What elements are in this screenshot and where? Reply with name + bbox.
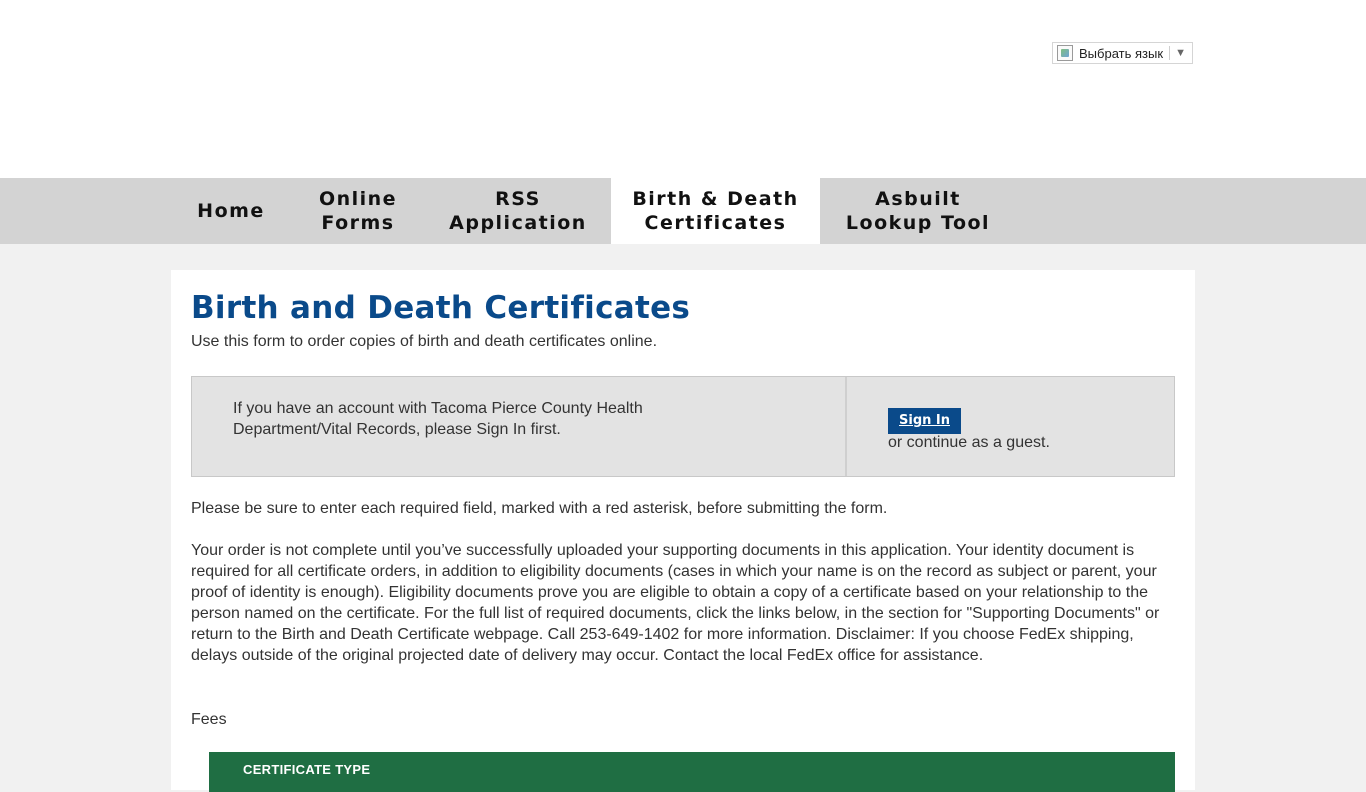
nav-item-label: Asbuilt Lookup Tool: [845, 188, 991, 234]
nav-item-online-forms[interactable]: Online Forms: [291, 178, 425, 244]
sign-in-button[interactable]: Sign In: [888, 408, 961, 434]
nav-item-label: RSS Application: [449, 188, 587, 234]
nav-item-birth-death-certificates[interactable]: Birth & Death Certificates: [611, 178, 820, 244]
translate-icon: [1057, 45, 1073, 61]
nav-item-asbuilt-lookup-tool[interactable]: Asbuilt Lookup Tool: [820, 178, 1016, 244]
page-subtitle: Use this form to order copies of birth a…: [191, 333, 658, 350]
nav-item-rss-application[interactable]: RSS Application: [425, 178, 611, 244]
fees-table-col-certificate-type: CERTIFICATE TYPE: [243, 762, 371, 777]
nav-item-home[interactable]: Home: [171, 178, 291, 244]
language-selector-divider: [1169, 46, 1171, 60]
signin-panel-left: If you have an account with Tacoma Pierc…: [192, 377, 847, 476]
page-title: Birth and Death Certificates: [191, 290, 691, 326]
guest-text: or continue as a guest.: [888, 434, 1050, 451]
language-selector[interactable]: Выбрать язык ▼: [1052, 42, 1193, 64]
order-instructions: Your order is not complete until you’ve …: [191, 542, 1160, 664]
fees-heading: Fees: [191, 711, 227, 728]
nav-item-label: Birth & Death Certificates: [632, 188, 799, 234]
nav-item-label: Online Forms: [318, 188, 398, 234]
main-content: Birth and Death Certificates Use this fo…: [171, 270, 1195, 792]
signin-message: If you have an account with Tacoma Pierc…: [233, 400, 643, 438]
main-navigation: Home Online Forms RSS Application Birth …: [0, 178, 1366, 244]
nav-item-label: Home: [197, 200, 265, 222]
language-selector-label: Выбрать язык: [1079, 45, 1164, 61]
required-fields-note: Please be sure to enter each required fi…: [191, 500, 888, 517]
chevron-down-icon: ▼: [1175, 47, 1186, 59]
fees-table-header: CERTIFICATE TYPE: [209, 752, 1175, 792]
signin-panel: If you have an account with Tacoma Pierc…: [191, 376, 1175, 477]
site-header: Выбрать язык ▼: [0, 0, 1366, 178]
